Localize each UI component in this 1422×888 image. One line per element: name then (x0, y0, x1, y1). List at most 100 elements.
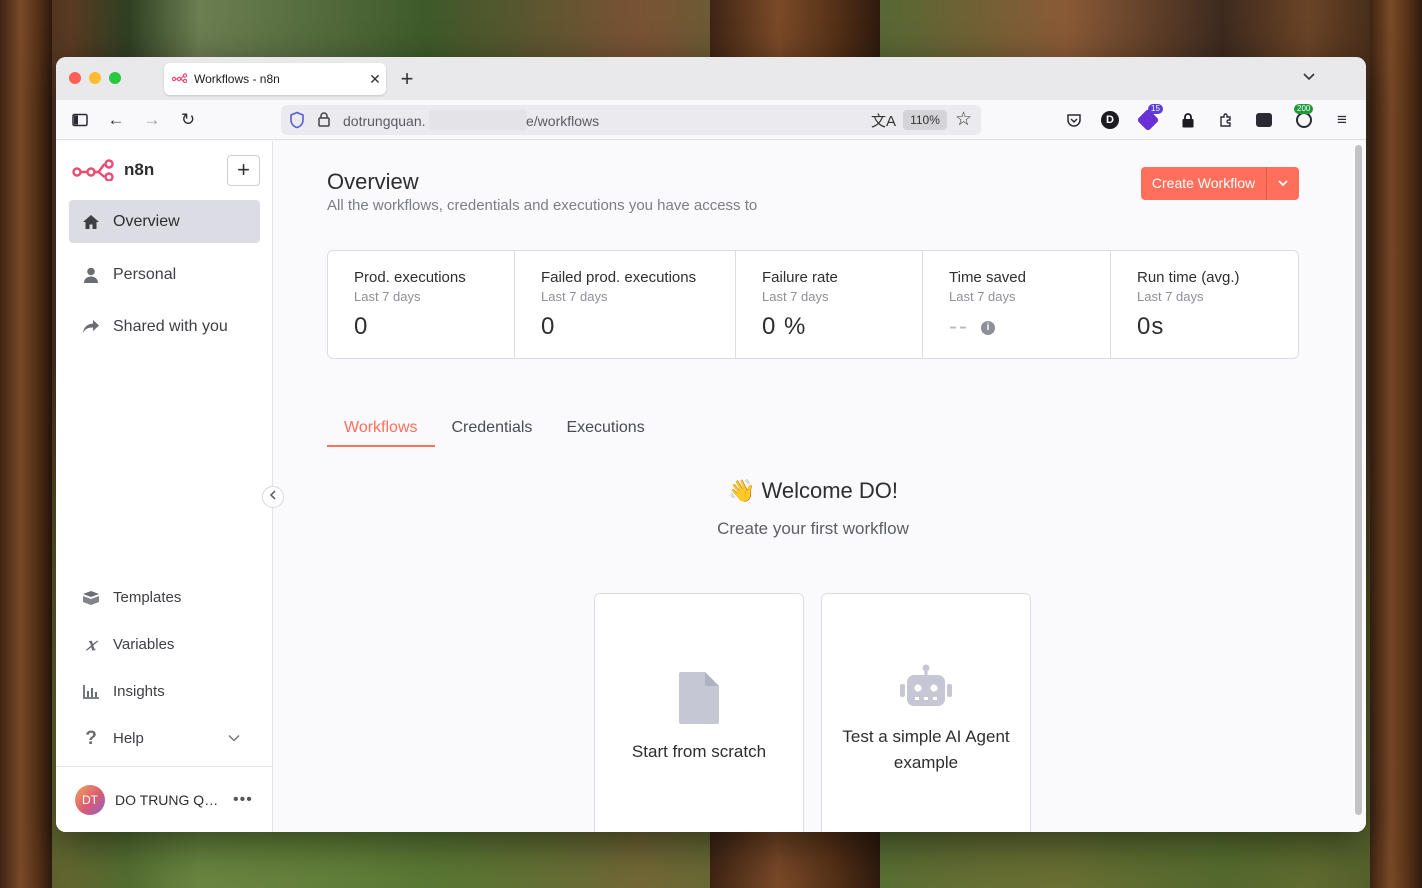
more-options-icon[interactable]: ••• (233, 791, 253, 809)
sidebar-item-shared[interactable]: Shared with you (69, 305, 260, 348)
extension-d-icon[interactable]: D (1100, 110, 1120, 130)
pocket-icon[interactable] (1064, 110, 1084, 130)
stat-period: Last 7 days (762, 289, 829, 304)
stat-label: Failure rate (762, 269, 838, 286)
brand-name: n8n (124, 160, 155, 179)
address-bar[interactable]: dotrungquan. e/workflows 文A 110% ☆ (281, 105, 981, 135)
templates-box-icon (81, 588, 101, 608)
sidebar-item-label: Templates (113, 589, 182, 606)
browser-window: Workflows - n8n ✕ + ← → ↻ dotrungquan. e… (56, 57, 1366, 832)
add-button[interactable]: + (227, 155, 260, 186)
sidebar-item-insights[interactable]: Insights (69, 670, 260, 713)
sidebar-item-label: Help (113, 730, 144, 747)
browser-tab[interactable]: Workflows - n8n ✕ (164, 63, 386, 95)
reload-icon[interactable]: ↻ (178, 110, 198, 130)
tab-bar: Workflows - n8n ✕ + (56, 57, 1366, 100)
stat-run-time[interactable]: Run time (avg.) Last 7 days 0s (1111, 251, 1298, 358)
sidebar-item-label: Shared with you (113, 317, 228, 335)
stat-value: 0 (354, 313, 369, 340)
sidebar-item-personal[interactable]: Personal (69, 253, 260, 296)
shield-icon[interactable] (289, 111, 305, 132)
n8n-app: n8n + Overview Personal Shared with you (56, 141, 1366, 832)
stat-value: 0 % (762, 313, 807, 340)
stats-panel: Prod. executions Last 7 days 0 Failed pr… (327, 250, 1299, 359)
tab-credentials[interactable]: Credentials (435, 411, 550, 447)
stat-period: Last 7 days (354, 289, 421, 304)
sidebar-item-label: Personal (113, 265, 177, 283)
user-menu[interactable]: DT DO TRUNG QU... ••• (56, 766, 273, 832)
extension-badge: 15 (1148, 104, 1163, 114)
stat-label: Prod. executions (354, 269, 466, 286)
extension-purple-icon[interactable]: 15 (1136, 104, 1163, 132)
chevron-down-icon[interactable] (228, 731, 240, 745)
home-icon (81, 212, 101, 232)
stat-value: 0 (541, 313, 556, 340)
bar-chart-icon (81, 682, 101, 702)
collapse-sidebar-button[interactable] (262, 486, 284, 508)
tab-title: Workflows - n8n (194, 72, 280, 86)
url-text: dotrungquan. (343, 113, 426, 129)
extension-status-icon[interactable]: 200 (1294, 104, 1314, 130)
stat-time-saved[interactable]: Time saved Last 7 days -- i (923, 251, 1111, 358)
back-arrow-icon[interactable]: ← (106, 110, 126, 130)
screenshot-extension-icon[interactable] (1254, 110, 1274, 130)
tab-executions[interactable]: Executions (549, 411, 661, 447)
forward-arrow-icon[interactable]: → (142, 110, 162, 130)
sidebar-item-variables[interactable]: 𝑥 Variables (69, 623, 260, 666)
file-icon (595, 672, 803, 724)
stat-period: Last 7 days (541, 289, 608, 304)
chevron-down-icon[interactable] (1266, 167, 1299, 200)
hamburger-menu-icon[interactable]: ≡ (1332, 110, 1352, 130)
bookmark-star-icon[interactable]: ☆ (955, 108, 972, 131)
page-title: Overview (327, 169, 419, 194)
user-name: DO TRUNG QU... (115, 791, 225, 808)
stat-label: Failed prod. executions (541, 269, 697, 286)
info-icon[interactable]: i (980, 320, 995, 335)
sidebar-item-help[interactable]: ? Help (69, 717, 260, 760)
card-label: Test a simple AI Agent example (842, 727, 1010, 772)
sidebar-item-label: Variables (113, 636, 175, 653)
url-redacted (429, 110, 527, 130)
stat-value: -- (949, 313, 969, 340)
background-tree-trunk (1370, 0, 1422, 888)
zoom-level-badge[interactable]: 110% (903, 110, 947, 130)
password-lock-icon[interactable] (1178, 110, 1198, 130)
n8n-logo[interactable]: n8n (72, 159, 154, 181)
vertical-scrollbar[interactable] (1355, 145, 1362, 815)
navigation-toolbar: ← → ↻ dotrungquan. e/workflows 文A 110% ☆… (56, 100, 1366, 140)
share-arrow-icon (81, 317, 101, 337)
welcome-heading: 👋 Welcome DO! (727, 478, 899, 503)
stat-period: Last 7 days (1137, 289, 1204, 304)
tab-workflows[interactable]: Workflows (327, 411, 435, 447)
card-label: Start from scratch (631, 742, 767, 761)
lock-icon[interactable] (317, 111, 331, 130)
stat-value: 0s (1137, 313, 1165, 340)
sidebar-item-overview[interactable]: Overview (69, 200, 260, 243)
stat-period: Last 7 days (949, 289, 1016, 304)
n8n-logo-icon (72, 159, 114, 181)
stat-label: Time saved (949, 269, 1026, 286)
question-mark-icon: ? (85, 727, 97, 749)
close-window-button[interactable] (69, 72, 81, 84)
ai-agent-example-card[interactable]: Test a simple AI Agent example (821, 593, 1031, 832)
sidebar-item-templates[interactable]: Templates (69, 576, 260, 619)
translate-icon[interactable]: 文A (871, 110, 896, 131)
n8n-favicon-icon (171, 72, 188, 86)
start-from-scratch-card[interactable]: Start from scratch (594, 593, 804, 832)
stat-failure-rate[interactable]: Failure rate Last 7 days 0 % (736, 251, 923, 358)
stat-prod-executions[interactable]: Prod. executions Last 7 days 0 (328, 251, 515, 358)
create-workflow-button[interactable]: Create Workflow (1141, 167, 1266, 200)
stat-failed-prod-executions[interactable]: Failed prod. executions Last 7 days 0 (515, 251, 736, 358)
sidebar-toggle-icon[interactable] (70, 110, 90, 130)
sidebar-item-label: Insights (113, 683, 165, 700)
welcome-subtitle: Create your first workflow (717, 519, 909, 538)
new-tab-button[interactable]: + (396, 66, 418, 92)
close-tab-icon[interactable]: ✕ (364, 71, 386, 88)
page-subtitle: All the workflows, credentials and execu… (327, 197, 758, 214)
avatar: DT (75, 784, 105, 815)
zoom-window-button[interactable] (109, 72, 121, 84)
chevron-down-icon[interactable] (1302, 69, 1316, 88)
variable-x-icon: 𝑥 (86, 634, 96, 655)
extensions-puzzle-icon[interactable] (1216, 110, 1236, 130)
minimize-window-button[interactable] (89, 72, 101, 84)
